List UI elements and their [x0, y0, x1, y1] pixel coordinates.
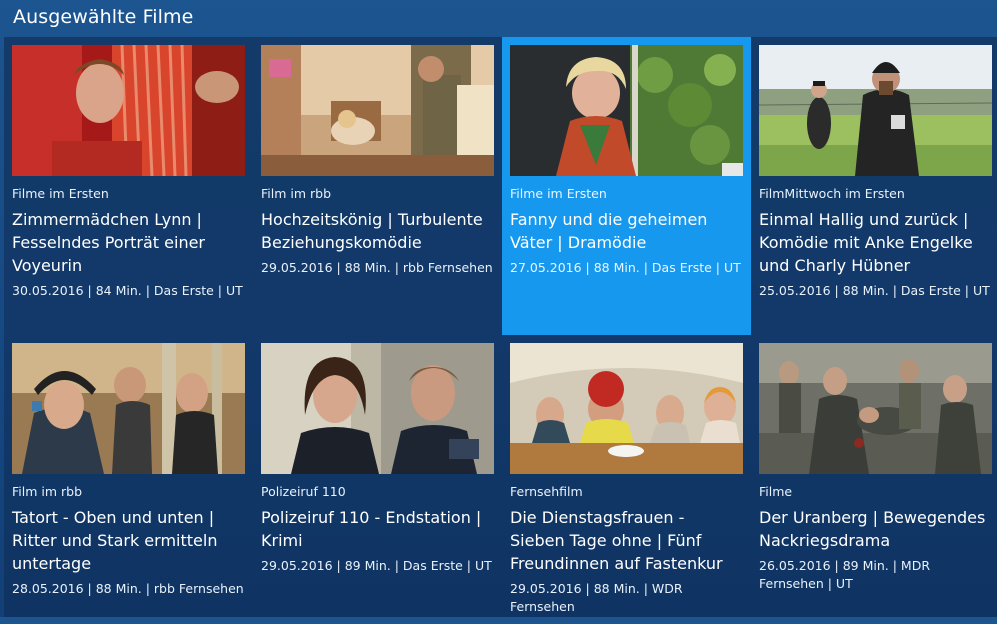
film-title[interactable]: Hochzeitskönig | Turbulente Beziehungsko…: [261, 208, 494, 254]
film-card-2[interactable]: Film im rbb Hochzeitskönig | Turbulente …: [253, 37, 502, 285]
film-title[interactable]: Zimmermädchen Lynn | Fesselndes Porträt …: [12, 208, 245, 277]
film-thumbnail[interactable]: [759, 343, 992, 474]
film-channel: Filme im Ersten: [12, 186, 109, 201]
film-meta: 29.05.2016 | 89 Min. | Das Erste | UT: [261, 558, 492, 573]
film-meta: 27.05.2016 | 88 Min. | Das Erste | UT: [510, 260, 741, 275]
film-meta: 29.05.2016 | 88 Min. | rbb Fernsehen: [261, 260, 493, 275]
film-card-4[interactable]: FilmMittwoch im Ersten Einmal Hallig und…: [751, 37, 997, 308]
film-card-6[interactable]: Polizeiruf 110 Polizeiruf 110 - Endstati…: [253, 335, 502, 583]
film-channel: Fernsehfilm: [510, 484, 583, 499]
page-title: Ausgewählte Filme: [13, 6, 194, 28]
film-title[interactable]: Fanny und die geheimen Väter | Dramödie: [510, 208, 743, 254]
film-thumbnail[interactable]: [510, 45, 743, 176]
film-thumbnail[interactable]: [510, 343, 743, 474]
film-thumbnail[interactable]: [261, 343, 494, 474]
film-meta: 28.05.2016 | 88 Min. | rbb Fernsehen: [12, 581, 244, 596]
film-channel: Filme im Ersten: [510, 186, 607, 201]
film-title[interactable]: Tatort - Oben und unten | Ritter und Sta…: [12, 506, 245, 575]
film-channel: Film im rbb: [12, 484, 83, 499]
film-meta: 29.05.2016 | 88 Min. | WDR Fernsehen: [510, 581, 683, 614]
film-title[interactable]: Die Dienstagsfrauen - Sieben Tage ohne |…: [510, 506, 743, 575]
film-title[interactable]: Polizeiruf 110 - Endstation | Krimi: [261, 506, 494, 552]
film-meta: 30.05.2016 | 84 Min. | Das Erste | UT: [12, 283, 243, 298]
film-card-3[interactable]: Filme im Ersten Fanny und die geheimen V…: [502, 37, 751, 335]
film-channel: FilmMittwoch im Ersten: [759, 186, 905, 201]
film-channel: Film im rbb: [261, 186, 332, 201]
film-channel: Polizeiruf 110: [261, 484, 346, 499]
film-meta: 25.05.2016 | 88 Min. | Das Erste | UT: [759, 283, 990, 298]
film-channel: Filme: [759, 484, 793, 499]
film-thumbnail[interactable]: [759, 45, 992, 176]
film-thumbnail[interactable]: [12, 343, 245, 474]
film-meta: 26.05.2016 | 89 Min. | MDR Fernsehen | U…: [759, 558, 931, 591]
film-card-7[interactable]: Fernsehfilm Die Dienstagsfrauen - Sieben…: [502, 335, 751, 624]
film-card-1[interactable]: Filme im Ersten Zimmermädchen Lynn | Fes…: [4, 37, 253, 308]
film-thumbnail[interactable]: [261, 45, 494, 176]
film-title[interactable]: Der Uranberg | Bewegendes Nackriegsdrama: [759, 506, 992, 552]
film-thumbnail[interactable]: [12, 45, 245, 176]
film-card-5[interactable]: Film im rbb Tatort - Oben und unten | Ri…: [4, 335, 253, 606]
film-card-8[interactable]: Filme Der Uranberg | Bewegendes Nackrieg…: [751, 335, 997, 601]
film-title[interactable]: Einmal Hallig und zurück | Komödie mit A…: [759, 208, 992, 277]
